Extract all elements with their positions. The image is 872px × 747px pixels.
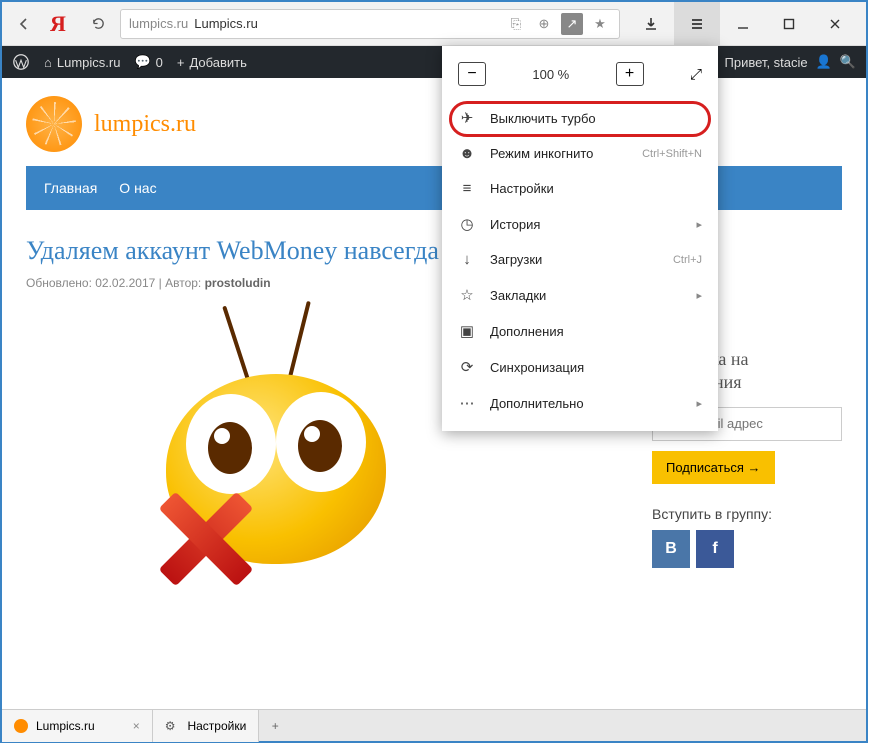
tab-lumpics[interactable]: Lumpics.ru × (2, 710, 153, 742)
more-icon: ⋯ (458, 394, 476, 412)
menu-sync[interactable]: ⟳ Синхронизация (442, 349, 718, 385)
search-icon[interactable]: 🔍 (840, 54, 856, 70)
menu-bookmarks[interactable]: ☆ Закладки ▸ (442, 277, 718, 313)
menu-turbo[interactable]: ✈ Выключить турбо (442, 100, 718, 136)
sync-icon: ⟳ (458, 358, 476, 376)
menu-incognito[interactable]: ☻ Режим инкогнито Ctrl+Shift+N (442, 136, 718, 171)
avatar-icon[interactable]: 👤 (816, 54, 832, 70)
sliders-icon: ≡ (458, 180, 476, 197)
zoom-level: 100 % (532, 67, 569, 82)
favicon-icon (14, 719, 28, 733)
chevron-right-icon: ▸ (696, 218, 702, 231)
zoom-in-button[interactable]: + (616, 62, 644, 86)
tab-bar: Lumpics.ru × ⚙ Настройки + (2, 709, 866, 741)
puzzle-icon: ▣ (458, 322, 476, 340)
wp-admin-bar: ⌂Lumpics.ru 💬0 +Добавить Привет, stacie … (2, 46, 866, 78)
wp-greeting[interactable]: Привет, stacie (725, 55, 808, 70)
star-outline-icon: ☆ (458, 286, 476, 304)
menu-settings[interactable]: ≡ Настройки (442, 171, 718, 206)
url-title: Lumpics.ru (194, 16, 258, 31)
page-content: lumpics.ru Главная О нас Удаляем аккаунт… (2, 78, 866, 709)
address-icons: ⎘ ⊕ ↗ ★ (505, 13, 611, 35)
subscribe-button[interactable]: Подписаться → (652, 451, 775, 484)
reload-button[interactable] (84, 10, 112, 38)
menu-addons[interactable]: ▣ Дополнения (442, 313, 718, 349)
wp-comments[interactable]: 💬0 (134, 54, 162, 70)
gear-icon: ⚙ (165, 719, 176, 733)
red-x-icon (146, 484, 256, 594)
wp-add-new[interactable]: +Добавить (177, 55, 247, 70)
vk-icon[interactable]: B (652, 530, 690, 568)
star-icon[interactable]: ★ (589, 13, 611, 35)
browser-menu: − 100 % + ⤢ ✈ Выключить турбо ☻ Режим ин… (442, 46, 718, 431)
site-logo[interactable]: lumpics.ru (26, 96, 842, 152)
yandex-logo[interactable]: Я (38, 11, 78, 37)
nav-about[interactable]: О нас (119, 180, 156, 196)
nav-home[interactable]: Главная (44, 180, 97, 196)
new-tab-button[interactable]: + (259, 719, 291, 733)
back-button[interactable] (10, 10, 38, 38)
site-nav: Главная О нас (26, 166, 842, 210)
globe-icon[interactable]: ⊕ (533, 13, 555, 35)
wp-logo[interactable] (12, 53, 30, 71)
fullscreen-button[interactable]: ⤢ (690, 66, 702, 83)
browser-titlebar: Я lumpics.ru Lumpics.ru ⎘ ⊕ ↗ ★ (2, 2, 866, 46)
mask-icon: ☻ (458, 145, 476, 162)
menu-button[interactable] (674, 2, 720, 46)
turbo-icon[interactable]: ↗ (561, 13, 583, 35)
rocket-icon: ✈ (458, 109, 476, 127)
maximize-button[interactable] (766, 2, 812, 46)
close-tab-icon[interactable]: × (133, 719, 140, 733)
article-image (106, 314, 446, 584)
url-domain: lumpics.ru (129, 16, 188, 31)
orange-icon (26, 96, 82, 152)
article-title: Удаляем аккаунт WebMoney навсегда (26, 236, 842, 266)
menu-more[interactable]: ⋯ Дополнительно ▸ (442, 385, 718, 421)
group-title: Вступить в группу: (652, 506, 842, 522)
article-meta: Обновлено: 02.02.2017 | Автор: prostolud… (26, 276, 842, 290)
close-button[interactable] (812, 2, 858, 46)
chevron-right-icon: ▸ (696, 397, 702, 410)
menu-history[interactable]: ◷ История ▸ (442, 206, 718, 242)
address-bar[interactable]: lumpics.ru Lumpics.ru ⎘ ⊕ ↗ ★ (120, 9, 620, 39)
site-name: lumpics.ru (94, 111, 196, 138)
minimize-button[interactable] (720, 2, 766, 46)
translate-icon[interactable]: ⎘ (505, 13, 527, 35)
menu-downloads[interactable]: ↓ Загрузки Ctrl+J (442, 242, 718, 277)
chevron-right-icon: ▸ (696, 289, 702, 302)
zoom-out-button[interactable]: − (458, 62, 486, 86)
wp-site-link[interactable]: ⌂Lumpics.ru (44, 55, 120, 70)
download-icon: ↓ (458, 251, 476, 268)
clock-icon: ◷ (458, 215, 476, 233)
tab-settings[interactable]: ⚙ Настройки (153, 710, 260, 742)
downloads-button[interactable] (628, 2, 674, 46)
facebook-icon[interactable]: f (696, 530, 734, 568)
